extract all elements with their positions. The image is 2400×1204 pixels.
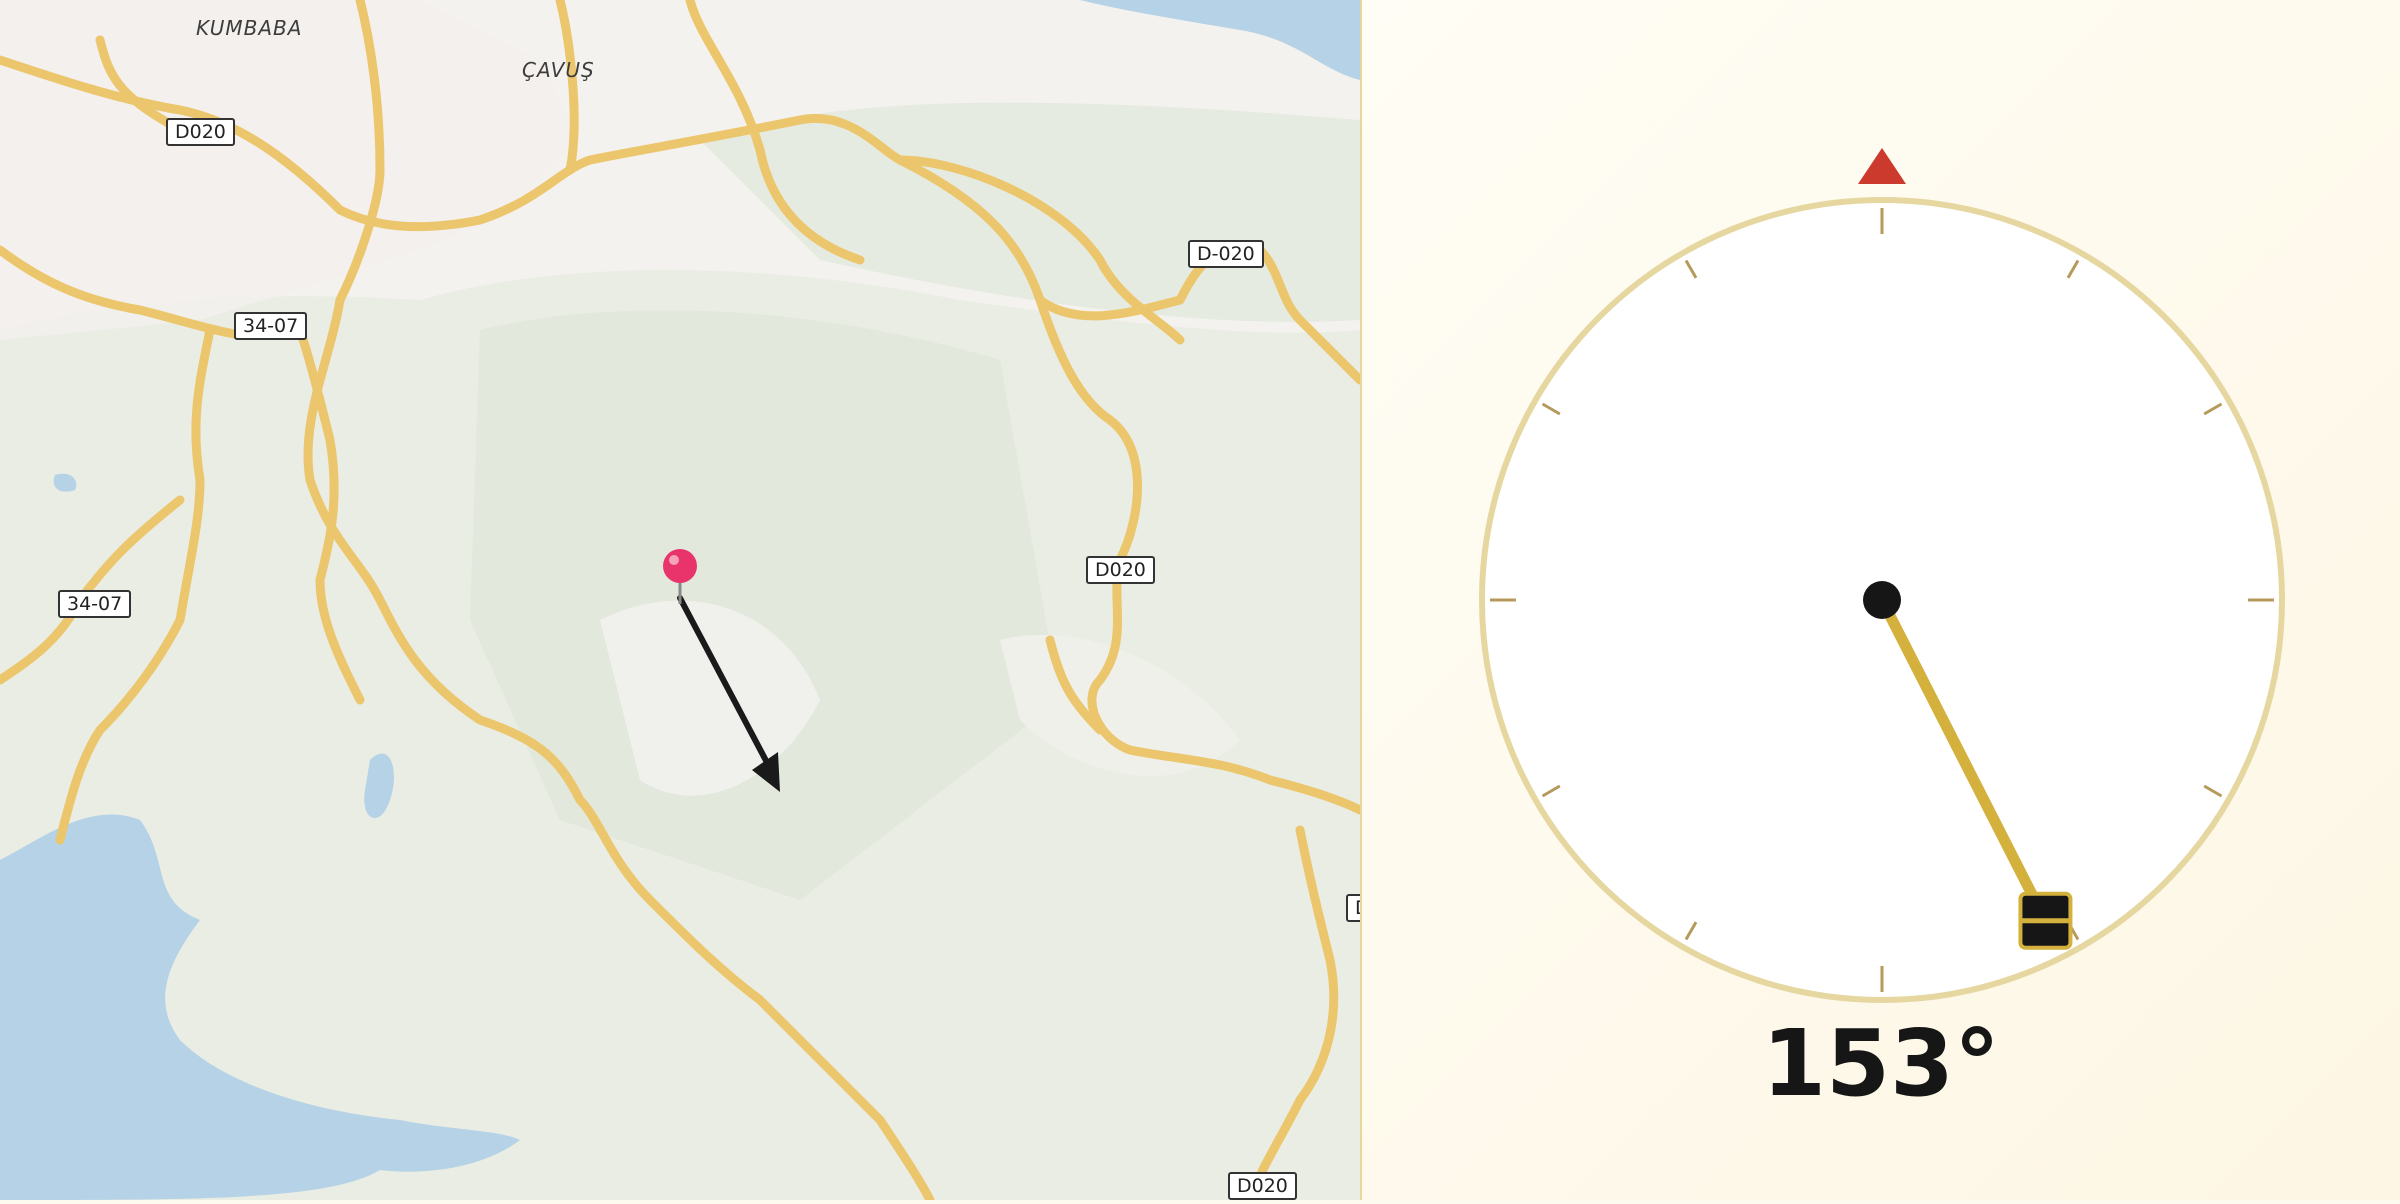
north-marker-icon — [1858, 148, 1906, 184]
road-shield: 34-07 — [234, 312, 308, 340]
road-shield: D020 — [166, 118, 235, 146]
road-shield: D020 — [1086, 556, 1155, 584]
heading-drag-handle-icon[interactable] — [2018, 891, 2073, 950]
compass-center — [1863, 581, 1901, 619]
heading-readout: 153° — [1761, 1010, 2001, 1117]
road-shield: 34-07 — [58, 590, 132, 618]
place-label-kumbaba: KUMBABA — [196, 16, 303, 40]
road-shield: D — [1346, 894, 1360, 922]
map-canvas[interactable] — [0, 0, 1360, 1200]
map-view[interactable]: KUMBABA ÇAVUŞ D020 34-07 D-020 D020 34-0… — [0, 0, 1360, 1200]
place-label-cavus: ÇAVUŞ — [522, 58, 595, 82]
road-shield: D-020 — [1188, 240, 1264, 268]
road-shield: D020 — [1228, 1172, 1297, 1200]
